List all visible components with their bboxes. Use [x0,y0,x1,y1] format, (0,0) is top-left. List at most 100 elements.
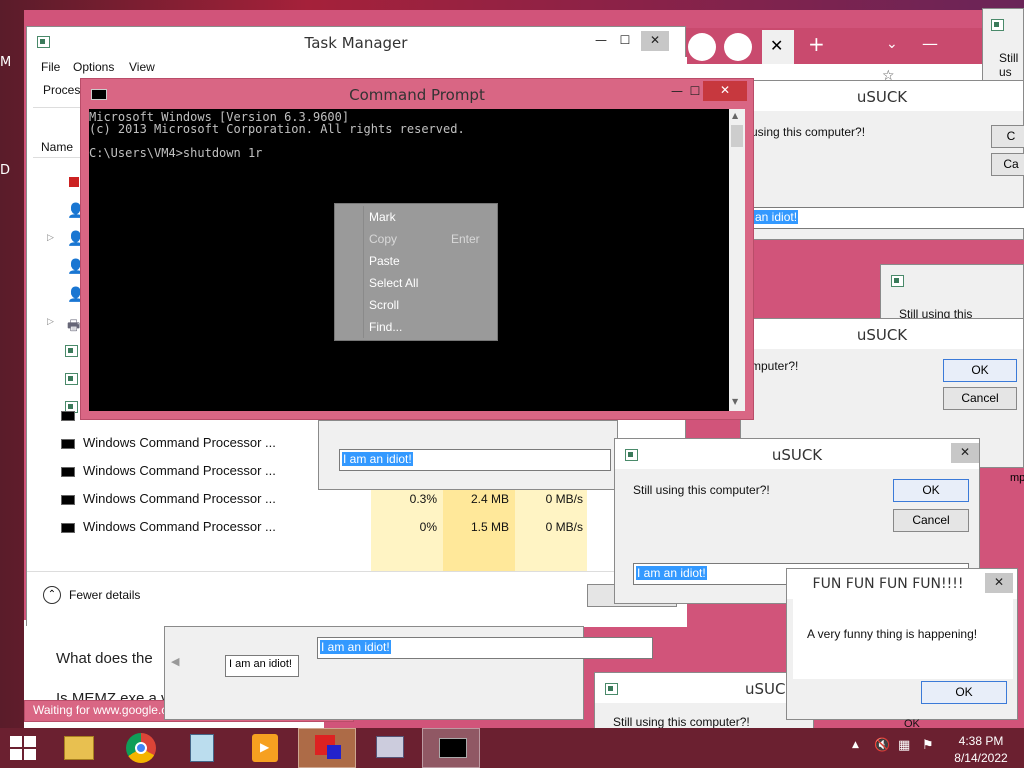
dialog-message: Still using this computer?! [633,483,770,497]
table-cell-mem: 1.5 MB [470,520,509,534]
process-name: Windows Command Processor ... [83,519,276,534]
taskbar-task-manager[interactable] [360,728,418,768]
ok-button[interactable]: OK [893,479,969,502]
desktop-partial-text: D [0,163,11,178]
context-menu-item[interactable]: Copy [369,232,397,246]
chrome-tab-icon[interactable] [724,33,752,61]
context-menu-item[interactable]: Paste [369,254,400,268]
context-menu-item[interactable]: Find... [369,320,402,334]
context-menu-item[interactable]: Select All [369,276,418,290]
usuck-dialog: uSUCK using this computer?! C Ca an idio… [740,80,1024,240]
idiot-input[interactable]: I am an idiot! [225,655,299,677]
cancel-button[interactable]: Ca [991,153,1024,176]
expand-icon[interactable]: ▷ [47,317,54,327]
cancel-button[interactable]: Cancel [943,387,1017,410]
table-row[interactable]: Windows Command Processor ... [61,485,276,513]
column-name-header[interactable]: Name [41,140,73,154]
app-icon [65,345,78,357]
cmd-icon [61,410,75,421]
window-title: Command Prompt [349,86,485,104]
context-menu-item[interactable]: Mark [369,210,396,224]
table-row[interactable]: Windows Command Processor ... [61,457,276,485]
speaker-muted-icon[interactable]: 🔇 [874,738,890,753]
new-tab-icon[interactable]: + [808,32,825,56]
browser-tab-active[interactable]: ✕ [762,30,794,64]
taskbar-cmd[interactable] [422,728,480,768]
ok-button[interactable]: OK [921,681,1007,704]
app-icon [991,19,1004,31]
close-icon[interactable]: ✕ [985,573,1013,593]
chevron-up-icon[interactable]: ▲ [852,740,859,750]
close-icon[interactable]: ✕ [951,443,979,463]
table-row[interactable]: Windows Command Processor ... [61,429,276,457]
chrome-tab-icon[interactable] [688,33,716,61]
taskbar-media[interactable]: ▶ [236,728,294,768]
table-row[interactable]: Windows Command Processor ... [61,513,276,541]
menu-view[interactable]: View [129,60,155,74]
task-manager-icon [376,736,404,758]
close-icon[interactable]: ✕ [703,81,747,101]
idiot-input[interactable]: an idiot! [751,207,1024,229]
cmd-console[interactable]: Microsoft Windows [Version 6.3.9600] (c)… [89,109,729,411]
windows-logo-icon [10,736,22,747]
task-manager-icon [37,36,50,48]
idiot-input[interactable]: I am an idiot! [339,449,611,471]
scroll-down-icon[interactable]: ▼ [732,397,738,406]
scroll-up-icon[interactable]: ▲ [732,111,738,120]
chevron-down-icon[interactable]: ⌄ [886,36,898,52]
dialog-titlebar: uSUC [595,673,813,703]
dialog-titlebar: FUN FUN FUN FUN!!!! ✕ [787,569,1017,599]
close-icon[interactable]: ✕ [641,31,669,51]
usuck-dialog: I am an idiot! [318,420,618,490]
taskbar-explorer[interactable] [50,728,108,768]
taskbar-chrome[interactable] [112,728,170,768]
process-name: Windows Command Processor ... [83,491,276,506]
cmd-icon [61,466,75,477]
scrollbar[interactable]: ▲ ▼ [729,109,745,411]
taskbar-notepad[interactable] [174,728,232,768]
taskbar-memz[interactable] [298,728,356,768]
dialog-message: Still using this computer?! [613,715,750,729]
tab-processes[interactable]: Proces [43,83,80,97]
clock-date[interactable]: 8/14/2022 [946,751,1016,765]
cmd-icon [61,522,75,533]
usuck-dialog: ◀ I am an idiot! I am an idiot! [164,626,653,720]
maximize-icon[interactable]: ☐ [611,31,639,51]
fewer-details-link[interactable]: Fewer details [69,588,140,602]
cmd-icon [61,438,75,449]
task-manager-titlebar: Task Manager — ☐ ✕ [27,27,685,57]
close-icon[interactable]: ✕ [770,36,783,55]
menu-divider [363,206,364,338]
network-icon[interactable]: ▦ [898,738,910,753]
dialog-titlebar: uSUCK [741,319,1023,349]
task-manager-footer: ⌃ Fewer details En [27,571,687,627]
cancel-button[interactable]: Cancel [893,509,969,532]
expand-icon[interactable]: ▷ [47,233,54,243]
dialog-message: using this computer?! [751,125,866,139]
chevron-up-icon[interactable]: ⌃ [43,586,61,604]
dialog-title: uSUCK [856,88,908,106]
scroll-left-icon[interactable]: ◀ [171,655,179,668]
context-menu-item[interactable]: Scroll [369,298,399,312]
printer-icon: 🖶 [67,318,81,334]
cmd-icon [61,494,75,505]
clock-time[interactable]: 4:38 PM [946,734,1016,748]
minimize-icon[interactable]: — [922,34,938,53]
menu-file[interactable]: File [41,60,60,74]
cmd-icon [439,738,467,758]
dialog-body: A very funny thing is happening! [793,599,1013,679]
menu-options[interactable]: Options [73,60,114,74]
table-cell-disk: 0 MB/s [545,520,583,534]
ok-button[interactable]: OK [943,359,1017,382]
menu-bar: File Options View [27,57,687,79]
start-button[interactable] [10,736,38,762]
scrollbar-thumb[interactable] [731,125,743,147]
fun-dialog: FUN FUN FUN FUN!!!! ✕ A very funny thing… [786,568,1018,720]
chrome-icon [126,733,156,763]
ok-button[interactable]: C [991,125,1024,148]
flag-icon[interactable]: ⚑ [922,738,934,753]
desktop-partial-text: M [0,55,12,70]
dialog-title: uSUC [745,680,786,698]
idiot-input[interactable]: I am an idiot! [317,637,653,659]
usuck-dialog: uSUC Still using this computer?! [594,672,814,730]
